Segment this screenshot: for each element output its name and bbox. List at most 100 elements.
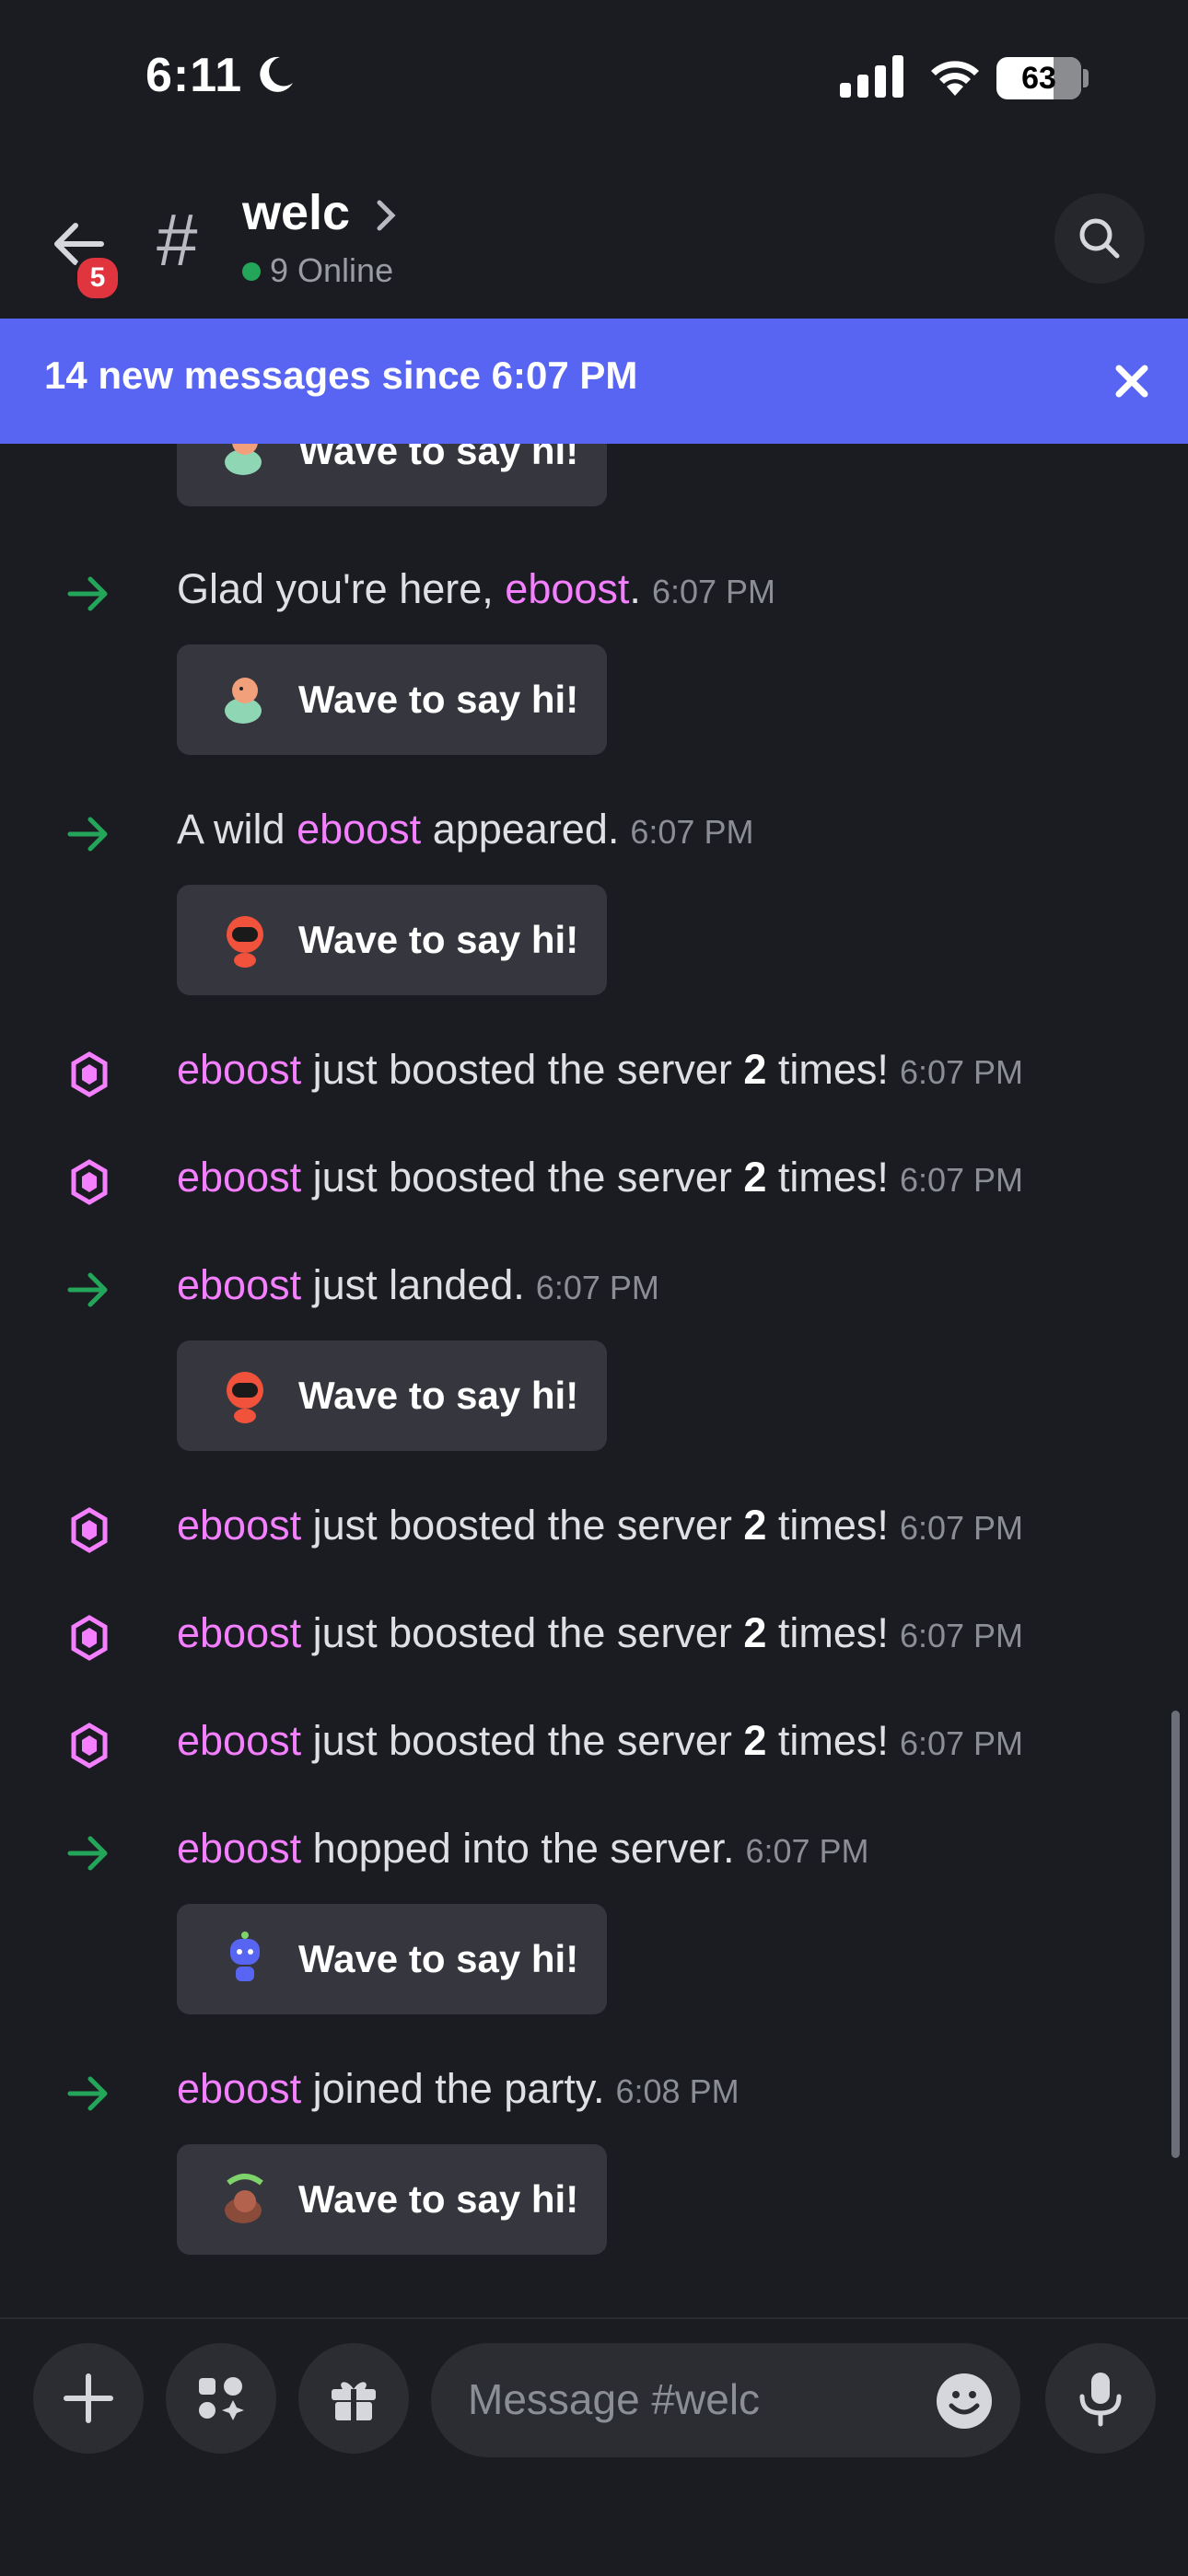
- timestamp: 6:07 PM: [899, 1724, 1024, 1762]
- nitro-boost-icon: [71, 1615, 108, 1661]
- message-text: joined the party.: [301, 2065, 605, 2112]
- message-text: Glad you're here,: [177, 565, 506, 612]
- channel-name[interactable]: welc: [242, 184, 350, 241]
- arrow-right-icon: [67, 1272, 108, 1307]
- wave-label: Wave to say hi!: [298, 678, 579, 721]
- gift-button[interactable]: [298, 2343, 409, 2454]
- arrow-right-icon: [67, 2076, 108, 2111]
- message-text: .: [629, 565, 641, 612]
- voice-message-button[interactable]: [1045, 2343, 1156, 2454]
- username[interactable]: eboost: [177, 2065, 301, 2112]
- wave-button[interactable]: Wave to say hi!: [177, 2144, 607, 2255]
- wave-label: Wave to say hi!: [298, 1374, 579, 1417]
- username[interactable]: eboost: [177, 1046, 301, 1093]
- system-message-boost: eboost just boosted the server 2 times! 6…: [0, 1489, 1188, 1562]
- timestamp: 6:08 PM: [615, 2072, 740, 2110]
- timestamp: 6:07 PM: [745, 1832, 869, 1870]
- wave-button[interactable]: Wave to say hi!: [177, 644, 607, 755]
- message-text: just boosted the server: [301, 1609, 744, 1656]
- add-attachment-button[interactable]: [33, 2343, 144, 2454]
- username[interactable]: eboost: [177, 1609, 301, 1656]
- cellular-signal-icon: [840, 55, 903, 98]
- arrow-right-icon: [67, 1836, 108, 1871]
- status-bar: 6:11 63: [0, 0, 1188, 157]
- timestamp: 6:07 PM: [651, 573, 776, 610]
- message-input[interactable]: Message #welc: [431, 2343, 1020, 2457]
- arrow-right-icon: [67, 817, 108, 852]
- battery-indicator: 63: [996, 57, 1081, 99]
- system-message-boost: eboost just boosted the server 2 times! 6…: [0, 1141, 1188, 1214]
- message-text: times!: [766, 1046, 889, 1093]
- wave-button[interactable]: Wave to say hi!: [177, 1904, 607, 2014]
- new-messages-banner[interactable]: 14 new messages since 6:07 PM: [0, 319, 1188, 444]
- do-not-disturb-moon-icon: [260, 56, 293, 92]
- message-text: just boosted the server: [301, 1154, 744, 1201]
- close-icon[interactable]: [1110, 359, 1154, 403]
- scrollbar[interactable]: [1171, 1711, 1180, 2158]
- system-message-join: eboost hopped into the server. 6:07 PM: [0, 1812, 1188, 1886]
- search-icon: [1079, 218, 1120, 259]
- wave-sticker-icon: [227, 916, 263, 968]
- username[interactable]: eboost: [177, 1154, 301, 1201]
- plus-icon: [64, 2373, 113, 2423]
- wave-label: Wave to say hi!: [298, 918, 579, 961]
- message-text: just boosted the server: [301, 1717, 744, 1764]
- wave-button[interactable]: Wave to say hi!: [177, 885, 607, 995]
- system-message-boost: eboost just boosted the server 2 times! 6…: [0, 1704, 1188, 1778]
- system-message-boost: eboost just boosted the server 2 times! 6…: [0, 1033, 1188, 1107]
- wave-button[interactable]: Wave to say hi!: [177, 444, 607, 506]
- apps-button[interactable]: [166, 2343, 276, 2454]
- online-dot: [242, 262, 261, 281]
- username[interactable]: eboost: [177, 1261, 301, 1308]
- wave-sticker-icon: [225, 2174, 263, 2223]
- username[interactable]: eboost: [177, 1502, 301, 1549]
- username[interactable]: eboost: [297, 806, 421, 853]
- message-text: hopped into the server.: [301, 1825, 735, 1872]
- message-text: times!: [766, 1502, 889, 1549]
- message-text: A wild: [177, 806, 297, 853]
- system-message-boost: eboost just boosted the server 2 times! 6…: [0, 1596, 1188, 1670]
- nitro-boost-icon: [71, 1051, 108, 1097]
- wave-sticker-icon: [227, 1372, 263, 1423]
- message-list[interactable]: Wave to say hi! Glad you're here, eboost…: [0, 444, 1188, 2317]
- search-button[interactable]: [1054, 193, 1145, 284]
- online-count: 9 Online: [242, 251, 393, 290]
- boost-count: 2: [743, 1154, 767, 1201]
- boost-count: 2: [743, 1717, 767, 1764]
- system-message-join: eboost joined the party. 6:08 PM: [0, 2052, 1188, 2126]
- username[interactable]: eboost: [177, 1717, 301, 1764]
- battery-tip: [1083, 69, 1089, 87]
- timestamp: 6:07 PM: [630, 813, 754, 851]
- message-text: times!: [766, 1717, 889, 1764]
- nitro-boost-icon: [71, 1159, 108, 1205]
- timestamp: 6:07 PM: [899, 1161, 1024, 1199]
- username[interactable]: eboost: [505, 565, 629, 612]
- arrow-right-icon: [67, 576, 108, 611]
- message-text: just boosted the server: [301, 1046, 744, 1093]
- status-time: 6:11: [146, 49, 243, 102]
- message-text: just boosted the server: [301, 1502, 744, 1549]
- new-messages-text: 14 new messages since 6:07 PM: [44, 354, 638, 397]
- channel-header: 5 # welc 9 Online: [0, 166, 1188, 318]
- timestamp: 6:07 PM: [899, 1053, 1024, 1091]
- timestamp: 6:07 PM: [899, 1617, 1024, 1654]
- wave-sticker-icon: [230, 1932, 260, 1981]
- wave-button[interactable]: Wave to say hi!: [177, 1340, 607, 1451]
- wave-label: Wave to say hi!: [298, 444, 579, 472]
- boost-count: 2: [743, 1609, 767, 1656]
- message-text: times!: [766, 1154, 889, 1201]
- chevron-right-icon[interactable]: [372, 197, 400, 234]
- wifi-icon: [931, 61, 979, 96]
- message-text: just landed.: [301, 1261, 525, 1308]
- message-text: appeared.: [421, 806, 620, 853]
- nitro-boost-icon: [71, 1723, 108, 1769]
- username[interactable]: eboost: [177, 1825, 301, 1872]
- wave-sticker-icon: [225, 444, 262, 475]
- wave-label: Wave to say hi!: [298, 2177, 579, 2221]
- system-message-join: Glad you're here, eboost. 6:07 PM: [0, 552, 1188, 626]
- apps-icon: [199, 2377, 244, 2420]
- wave-label: Wave to say hi!: [298, 1937, 579, 1980]
- system-message-join: eboost just landed. 6:07 PM: [0, 1248, 1188, 1322]
- system-message-join: A wild eboost appeared. 6:07 PM: [0, 793, 1188, 866]
- emoji-icon[interactable]: [936, 2373, 993, 2430]
